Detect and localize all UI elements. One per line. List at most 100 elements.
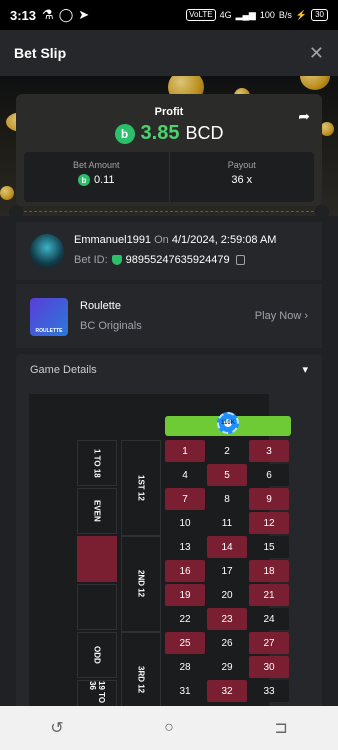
profit-label: Profit: [154, 106, 184, 118]
on-label: On: [154, 234, 169, 246]
roulette-number-cell[interactable]: 23: [207, 608, 247, 630]
avatar[interactable]: [30, 234, 64, 268]
payout-value: 36 x: [231, 174, 253, 186]
profit-amount: b 3.85 BCD: [16, 122, 322, 145]
ticket-notch: [9, 205, 23, 219]
recent-apps-icon[interactable]: ↺: [50, 718, 63, 738]
outside-bet-area[interactable]: [77, 536, 117, 582]
roulette-number-cell[interactable]: 1: [165, 440, 205, 462]
game-link[interactable]: ROULETTE Roulette BC Originals Play Now …: [16, 284, 322, 348]
outside-bet-label: 1 TO 18: [92, 448, 102, 478]
roulette-number-cell[interactable]: 24: [249, 608, 289, 630]
roulette-number-cell[interactable]: 8: [207, 488, 247, 510]
roulette-number-cell[interactable]: 30: [249, 656, 289, 678]
roulette-number-cell[interactable]: 28: [165, 656, 205, 678]
dashed-divider: [24, 211, 314, 212]
outside-bet-label: EVEN: [92, 500, 102, 522]
dozen-label: 3RD 12: [136, 666, 146, 694]
home-icon[interactable]: ○: [164, 719, 174, 737]
coin-decoration: [320, 122, 334, 136]
roulette-number-cell[interactable]: 33: [249, 680, 289, 702]
roulette-number-cell[interactable]: 14: [207, 536, 247, 558]
game-name: Roulette: [80, 300, 121, 312]
net-speed: 100: [259, 10, 275, 20]
coin-decoration: [0, 186, 14, 200]
chevron-right-icon: ›: [304, 310, 308, 322]
username[interactable]: Emmanuel1991: [74, 234, 151, 246]
outside-bet-area[interactable]: 1 TO 18: [77, 440, 117, 486]
roulette-number-cell[interactable]: 20: [207, 584, 247, 606]
roulette-number-cell[interactable]: 17: [207, 560, 247, 582]
bet-stats: Bet Amount b 0.11 Payout 36 x: [24, 152, 314, 202]
payout-stat: Payout 36 x: [168, 152, 315, 202]
roulette-number-cell[interactable]: 19: [165, 584, 205, 606]
net-gen: 4G: [219, 10, 232, 20]
profit-card: Profit b 3.85 BCD ➦ Bet Amount b 0.11 Pa…: [16, 94, 322, 206]
play-now-button[interactable]: Play Now ›: [255, 310, 308, 322]
page-title: Bet Slip: [14, 45, 67, 61]
roulette-number-cell[interactable]: 15: [249, 536, 289, 558]
bcd-coin-icon: b: [114, 123, 135, 144]
bcd-coin-icon: b: [77, 174, 90, 186]
outside-bet-area[interactable]: [77, 584, 117, 630]
game-details-title: Game Details: [30, 364, 97, 376]
roulette-number-cell[interactable]: 25: [165, 632, 205, 654]
header: Bet Slip ✕: [0, 30, 338, 76]
roulette-number-cell[interactable]: 32: [207, 680, 247, 702]
roulette-number-cell[interactable]: 10: [165, 512, 205, 534]
roulette-number-cell[interactable]: 21: [249, 584, 289, 606]
roulette-number-cell[interactable]: 13: [165, 536, 205, 558]
roulette-number-cell[interactable]: 9: [249, 488, 289, 510]
roulette-number-cell[interactable]: 18: [249, 560, 289, 582]
share-icon[interactable]: ➦: [298, 108, 310, 125]
game-thumb-label: ROULETTE: [35, 328, 63, 334]
bet-id-label: Bet ID:: [74, 254, 108, 266]
android-nav-bar: ↺ ○ ⊐: [0, 706, 338, 750]
roulette-number-cell[interactable]: 11: [207, 512, 247, 534]
roulette-number-cell[interactable]: 16: [165, 560, 205, 582]
net-speed-unit: B/s: [278, 10, 292, 20]
battery-level: 30: [311, 9, 328, 21]
outside-bet-label: 19 TO 36: [88, 681, 106, 704]
roulette-number-cell[interactable]: 12: [249, 512, 289, 534]
profit-currency: BCD: [185, 123, 224, 143]
outside-bet-area[interactable]: EVEN: [77, 488, 117, 534]
bet-amount-value: 0.11: [93, 174, 115, 186]
outside-bet-label: ODD: [92, 646, 102, 664]
chevron-down-icon[interactable]: ▾: [302, 363, 308, 376]
roulette-number-cell[interactable]: 22: [165, 608, 205, 630]
dozen-bet-area[interactable]: 1ST 12: [121, 440, 161, 536]
roulette-number-cell[interactable]: 4: [165, 464, 205, 486]
game-provider: BC Originals: [80, 320, 142, 332]
close-icon[interactable]: ✕: [309, 43, 324, 64]
status-right: VoLTE 4G ▂▄▆ 100 B/s ⚡ 30: [186, 9, 328, 21]
status-time: 3:13: [10, 7, 37, 23]
roulette-table: 110K 1 2 3 4 5 6 7 8 9 10 11 12 13 14 15 16 17 18 19 20 21 22 2…: [29, 394, 291, 728]
back-icon[interactable]: ⊐: [274, 718, 287, 738]
bet-slip-screen: 3:13 ⚗ ◯ ➤ VoLTE 4G ▂▄▆ 100 B/s ⚡ 30 Bet…: [0, 0, 338, 750]
coin-decoration: [300, 76, 330, 90]
bet-amount-value-wrap: b 0.11: [24, 174, 169, 186]
shield-icon: [111, 255, 122, 265]
roulette-number-cell[interactable]: 2: [207, 440, 247, 462]
roulette-number-cell[interactable]: 29: [207, 656, 247, 678]
dozen-bet-area[interactable]: 2ND 12: [121, 536, 161, 632]
game-details-panel: Game Details ▾ 110K 1 2 3 4 5 6 7 8 9 10 11 12 13 14 15…: [16, 354, 322, 728]
payout-label: Payout: [227, 160, 256, 170]
roulette-number-cell[interactable]: 7: [165, 488, 205, 510]
user-line: Emmanuel1991 On 4/1/2024, 2:59:08 AM: [74, 234, 276, 246]
bet-datetime: 4/1/2024, 2:59:08 AM: [171, 234, 277, 246]
copy-icon[interactable]: [235, 255, 245, 265]
roulette-number-cell[interactable]: 5: [207, 464, 247, 486]
roulette-number-cell[interactable]: 31: [165, 680, 205, 702]
game-thumbnail: ROULETTE: [30, 298, 68, 336]
outside-bet-area[interactable]: ODD: [77, 632, 117, 678]
roulette-number-cell[interactable]: 27: [249, 632, 289, 654]
play-now-label: Play Now: [254, 310, 302, 322]
roulette-number-cell[interactable]: 6: [249, 464, 289, 486]
status-icons: ⚗ ◯ ➤: [42, 7, 89, 23]
ticket-separator: [0, 205, 338, 219]
roulette-number-cell[interactable]: 26: [207, 632, 247, 654]
roulette-number-cell[interactable]: 3: [249, 440, 289, 462]
signal-icon: ▂▄▆: [235, 9, 256, 20]
